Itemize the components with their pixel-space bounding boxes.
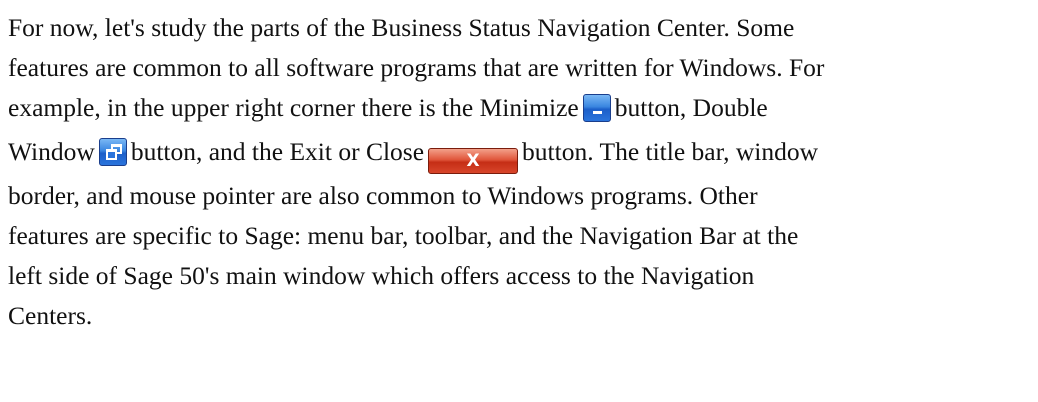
text-line-3: example, in the upper right corner there… bbox=[8, 88, 1032, 132]
text-segment: example, in the upper right corner there… bbox=[8, 93, 579, 122]
text-line-8: Centers. bbox=[8, 301, 93, 330]
text-line-6: features are specific to Sage: menu bar,… bbox=[8, 221, 799, 250]
text-line-1: For now, let's study the parts of the Bu… bbox=[8, 13, 795, 42]
body-paragraph: For now, let's study the parts of the Bu… bbox=[8, 8, 1032, 336]
restore-button-image bbox=[98, 138, 127, 166]
document-page: For now, let's study the parts of the Bu… bbox=[8, 8, 1032, 336]
minimize-icon bbox=[582, 94, 611, 134]
text-line-7: left side of Sage 50's main window which… bbox=[8, 261, 755, 290]
text-segment: button, Double bbox=[614, 93, 768, 122]
text-line-5: border, and mouse pointer are also commo… bbox=[8, 181, 758, 210]
text-line-2: features are common to all software prog… bbox=[8, 53, 825, 82]
minimize-button-image bbox=[582, 94, 611, 122]
close-icon: X bbox=[428, 138, 519, 178]
text-segment: button. The title bar, window bbox=[522, 137, 818, 166]
text-line-4: Window button, and the Exit or Close Xbutt… bbox=[8, 132, 1032, 176]
close-button-image: X bbox=[428, 148, 519, 174]
text-segment: button, and the Exit or Close bbox=[130, 137, 425, 166]
text-segment: Window bbox=[8, 137, 95, 166]
restore-window-icon bbox=[98, 138, 127, 178]
